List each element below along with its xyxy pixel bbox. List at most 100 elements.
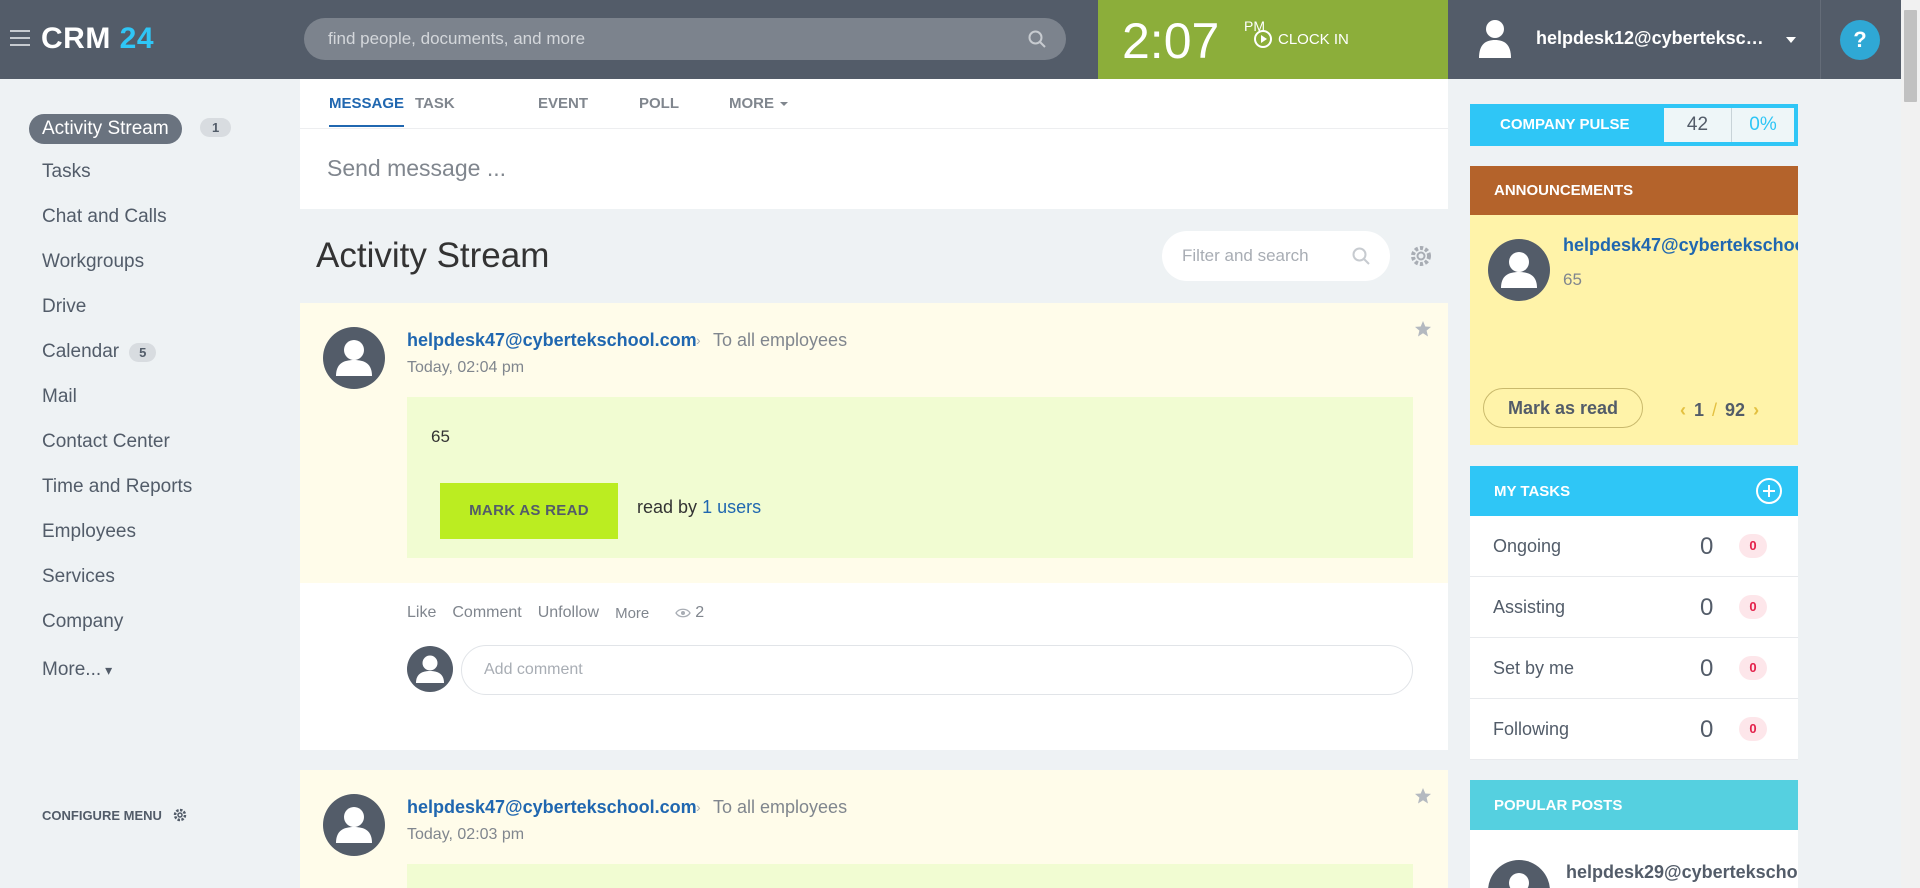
search-icon[interactable] (1028, 30, 1046, 48)
search-icon[interactable] (1352, 247, 1370, 265)
sidebar-item-drive[interactable]: Drive (42, 296, 86, 318)
post-timestamp[interactable]: Today, 02:04 pm (407, 359, 524, 377)
sidebar-item-workgroups[interactable]: Workgroups (42, 251, 144, 273)
divider (1820, 0, 1821, 79)
menu-burger-icon[interactable] (10, 30, 30, 46)
task-label: Following (1493, 719, 1570, 739)
sidebar-item-employees[interactable]: Employees (42, 521, 136, 543)
sidebar-item-more[interactable]: More... ▾ (42, 659, 112, 681)
unfollow-button[interactable]: Unfollow (538, 604, 599, 622)
avatar[interactable] (1488, 239, 1550, 301)
help-button[interactable]: ? (1840, 20, 1880, 60)
sidebar-item-label: Workgroups (42, 251, 145, 272)
popular-post-item[interactable]: helpdesk29@cybertekschool.com (1470, 830, 1798, 888)
user-avatar-icon (1479, 20, 1511, 58)
tab-poll[interactable]: POLL (639, 95, 679, 112)
chevron-left-icon[interactable]: ‹ (1680, 400, 1686, 421)
tab-task[interactable]: TASK (415, 95, 455, 112)
comment-button[interactable]: Comment (452, 604, 521, 622)
gear-icon (173, 808, 187, 822)
clock-in-button[interactable]: CLOCK IN (1254, 30, 1349, 48)
chevron-down-icon (780, 102, 788, 107)
task-row-following[interactable]: Following 0 0 (1470, 699, 1798, 760)
task-count: 0 (1700, 594, 1714, 621)
add-comment-input[interactable] (484, 646, 1384, 694)
avatar (1488, 860, 1550, 888)
user-name: helpdesk12@cybertekschool.com (1536, 28, 1772, 48)
popular-posts-title: POPULAR POSTS (1494, 797, 1623, 814)
page-scrollbar[interactable] (1901, 0, 1920, 888)
read-by-users-link[interactable]: 1 users (702, 497, 761, 517)
post-destination[interactable]: To all employees (713, 797, 847, 818)
send-message-input[interactable]: Send message ... (327, 155, 506, 182)
my-tasks-title[interactable]: MY TASKS (1494, 483, 1570, 500)
sidebar-item-calendar[interactable]: Calendar 5 (42, 341, 157, 363)
clock-panel: 2:07 PM CLOCK IN (1098, 0, 1448, 79)
views-counter: 2 (675, 604, 704, 622)
sidebar-item-time-and-reports[interactable]: Time and Reports (42, 476, 192, 498)
sidebar-item-activity-stream[interactable]: Activity Stream (29, 114, 182, 144)
tab-message[interactable]: MESSAGE (329, 95, 405, 127)
tab-more-label: MORE (729, 95, 774, 112)
company-pulse-percent: 0% (1749, 114, 1777, 135)
post-body: 65 MARK AS READ read by 1 users (407, 397, 1413, 558)
company-pulse[interactable]: COMPANY PULSE 42 0% (1470, 104, 1798, 146)
task-row-ongoing[interactable]: Ongoing 0 0 (1470, 516, 1798, 577)
tab-more[interactable]: MORE (729, 95, 788, 112)
add-task-icon[interactable] (1756, 478, 1782, 504)
more-button[interactable]: More (615, 605, 649, 622)
gear-icon[interactable] (1408, 243, 1434, 269)
avatar (407, 646, 453, 692)
task-row-assisting[interactable]: Assisting 0 0 (1470, 577, 1798, 638)
global-search-input[interactable] (328, 18, 1008, 60)
post-author-link[interactable]: helpdesk47@cybertekschool.com (407, 797, 697, 818)
top-header: CRM 24 2:07 PM CLOCK IN helpdesk12@cyber… (0, 0, 1920, 79)
sidebar-item-company[interactable]: Company (42, 611, 123, 633)
star-icon[interactable] (1414, 320, 1432, 338)
task-row-set-by-me[interactable]: Set by me 0 0 (1470, 638, 1798, 699)
tab-event[interactable]: EVENT (538, 95, 588, 112)
sidebar-item-label: Employees (42, 521, 136, 542)
task-label: Assisting (1493, 597, 1566, 617)
scrollbar-thumb[interactable] (1904, 10, 1917, 102)
sidebar-item-label: Time and Reports (42, 476, 193, 497)
announcement-author-link[interactable]: helpdesk47@cybertekschool.com (1563, 235, 1798, 256)
sidebar-item-label: Activity Stream (42, 118, 169, 139)
sidebar-item-chat-and-calls[interactable]: Chat and Calls (42, 206, 167, 228)
post-destination[interactable]: To all employees (713, 330, 847, 351)
sidebar-item-services[interactable]: Services (42, 566, 115, 588)
pager-separator: / (1712, 400, 1718, 420)
user-menu[interactable]: helpdesk12@cybertekschool.com (1448, 0, 1820, 79)
announcement-pager: ‹ 1 / 92 › (1680, 400, 1759, 421)
clock-in-label: CLOCK IN (1278, 30, 1349, 48)
sidebar-item-label: Services (42, 566, 115, 587)
activity-stream-count-badge: 1 (200, 118, 232, 137)
mark-as-read-button[interactable]: Mark as read (1483, 388, 1643, 428)
post-composer: MESSAGE TASK EVENT POLL MORE Send messag… (300, 79, 1448, 209)
post-author-link[interactable]: helpdesk47@cybertekschool.com (407, 330, 697, 351)
sidebar-item-contact-center[interactable]: Contact Center (42, 431, 170, 453)
chevron-right-icon[interactable]: › (1753, 400, 1759, 421)
post-timestamp[interactable]: Today, 02:03 pm (407, 826, 524, 844)
sidebar-item-tasks[interactable]: Tasks (42, 161, 91, 183)
user-avatar-icon (336, 807, 372, 843)
sidebar-item-label: Drive (42, 296, 87, 317)
clock-time: 2:07 (1122, 13, 1220, 69)
announcements-title: ANNOUNCEMENTS (1494, 182, 1634, 199)
user-avatar-icon (336, 340, 372, 376)
logo[interactable]: CRM 24 (41, 22, 154, 56)
filter-search-input[interactable] (1182, 231, 1352, 281)
announcement-text: 65 (1563, 270, 1582, 289)
avatar[interactable] (323, 327, 385, 389)
avatar[interactable] (323, 794, 385, 856)
popular-post-author: helpdesk29@cybertekschool.com (1566, 862, 1798, 882)
sidebar-item-label: Mail (42, 386, 77, 407)
configure-menu-button[interactable]: CONFIGURE MENU (42, 807, 188, 823)
like-button[interactable]: Like (407, 604, 436, 622)
sidebar-item-mail[interactable]: Mail (42, 386, 77, 408)
mark-as-read-button[interactable]: MARK AS READ (440, 483, 618, 539)
stream-filter (1162, 231, 1390, 281)
star-icon[interactable] (1414, 787, 1432, 805)
sidebar-item-label: Calendar (42, 341, 120, 362)
configure-menu-label: CONFIGURE MENU (42, 807, 162, 823)
